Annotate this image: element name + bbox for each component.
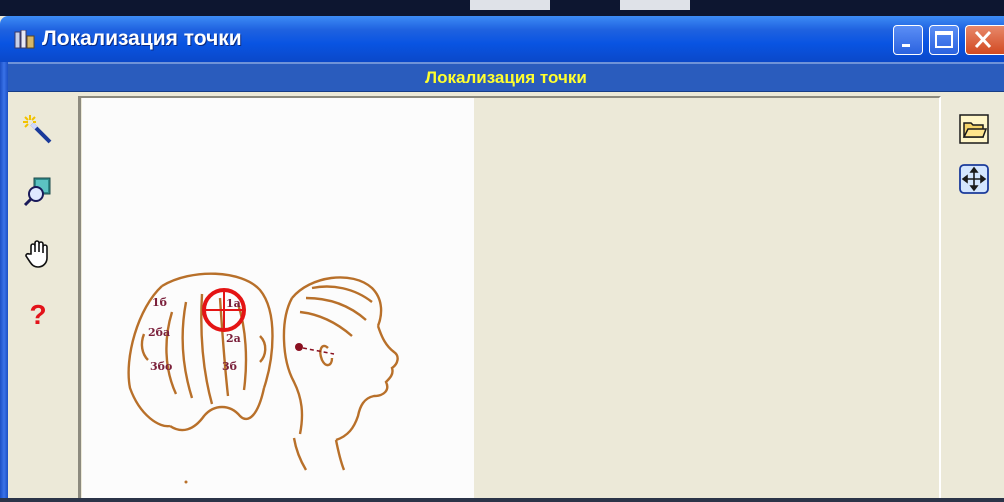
open-folder-icon xyxy=(959,114,989,144)
fit-to-window-button[interactable] xyxy=(957,162,991,196)
point-label: 2а xyxy=(226,332,241,345)
magic-wand-button[interactable] xyxy=(22,114,54,146)
help-icon: ? xyxy=(29,299,47,330)
close-icon xyxy=(974,30,992,49)
point-label: 2ба xyxy=(148,326,170,339)
caption-title: Локализация точки xyxy=(425,68,587,87)
right-toolbar xyxy=(941,92,1004,498)
maximize-icon xyxy=(935,31,953,48)
app-icon xyxy=(14,30,35,49)
background-window-fragment xyxy=(620,0,690,10)
head-diagram-image: 1б 1а 2ба 2а 3бо 3б xyxy=(127,272,399,484)
fit-to-window-icon xyxy=(959,164,989,194)
caption-bar: Локализация точки xyxy=(8,62,1004,92)
window-frame-left xyxy=(0,62,8,498)
hand-pan-icon xyxy=(25,240,48,268)
point-label: 1б xyxy=(152,296,167,309)
zoom-icon xyxy=(23,177,51,207)
pan-hand-button[interactable] xyxy=(22,238,54,270)
window-title: Локализация точки xyxy=(42,27,242,50)
open-file-button[interactable] xyxy=(957,112,991,146)
left-toolbar: ? xyxy=(8,92,78,498)
point-label: 3б xyxy=(222,360,237,373)
acupoint-dot xyxy=(295,343,303,351)
localization-window: Локализация точки Локализация точки ? 1б… xyxy=(0,16,1004,498)
help-button[interactable]: ? xyxy=(22,299,54,331)
maximize-button[interactable] xyxy=(929,25,959,55)
background-window-fragment xyxy=(470,0,550,10)
title-bar[interactable]: Локализация точки xyxy=(0,16,1004,62)
point-label: 3бо xyxy=(150,360,172,373)
image-viewer-pane[interactable]: 1б 1а 2ба 2а 3бо 3б xyxy=(78,96,941,498)
minimize-button[interactable] xyxy=(893,25,923,55)
zoom-button[interactable] xyxy=(22,176,54,208)
close-button[interactable] xyxy=(965,25,1004,55)
minimize-icon xyxy=(902,44,910,47)
magic-wand-icon xyxy=(23,115,52,144)
anatomy-image[interactable]: 1б 1а 2ба 2а 3бо 3б xyxy=(82,98,474,498)
